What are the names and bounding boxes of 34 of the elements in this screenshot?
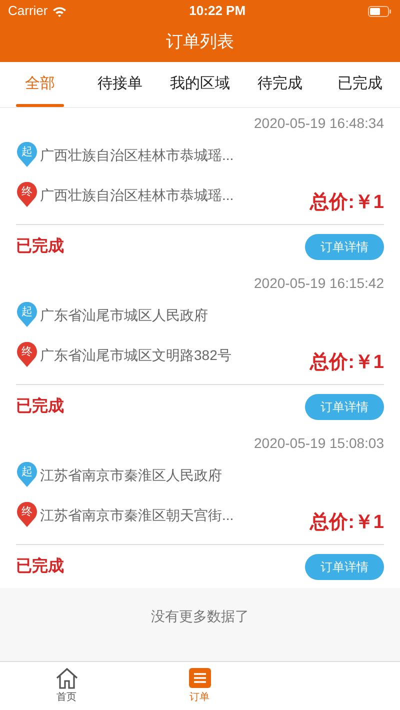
end-marker: 终 (16, 502, 38, 528)
filter-tab[interactable]: 待完成 (240, 62, 320, 107)
filter-tab[interactable]: 待接单 (80, 62, 160, 107)
order-time: 2020-05-19 16:15:42 (254, 274, 384, 292)
page-title: 订单列表 (166, 31, 234, 54)
wifi-icon (52, 6, 67, 16)
start-address: 江苏省南京市秦淮区人民政府 (40, 466, 222, 484)
total-price: 总价:￥1 (310, 351, 384, 375)
home-icon (54, 667, 78, 689)
order-time: 2020-05-19 15:08:03 (254, 434, 384, 452)
start-marker: 起 (16, 462, 38, 488)
no-more-data-text: 没有更多数据了 (151, 607, 249, 626)
start-address: 广西壮族自治区桂林市恭城瑶... (40, 146, 234, 164)
order-status: 已完成 (16, 396, 64, 417)
filter-tab[interactable]: 我的区域 (160, 62, 240, 107)
start-marker: 起 (16, 302, 38, 328)
order-time: 2020-05-19 16:48:34 (254, 114, 384, 132)
total-price: 总价:￥1 (310, 191, 384, 215)
end-address: 广西壮族自治区桂林市恭城瑶... (40, 186, 234, 204)
battery-icon (368, 6, 392, 16)
end-marker: 终 (16, 182, 38, 208)
list-icon (188, 667, 212, 689)
order-status: 已完成 (16, 236, 64, 257)
status-time: 10:22 PM (189, 2, 246, 20)
filter-tab[interactable]: 已完成 (320, 62, 400, 107)
bottom-tab[interactable]: 首页 (0, 662, 133, 710)
start-marker: 起 (16, 142, 38, 168)
end-address: 广东省汕尾市城区文明路382号 (40, 346, 232, 364)
carrier-label: Carrier (8, 2, 48, 20)
order-status: 已完成 (16, 556, 64, 577)
total-price: 总价:￥1 (310, 511, 384, 535)
end-address: 江苏省南京市秦淮区朝天宫街... (40, 506, 234, 524)
end-marker: 终 (16, 342, 38, 368)
start-address: 广东省汕尾市城区人民政府 (40, 306, 208, 324)
